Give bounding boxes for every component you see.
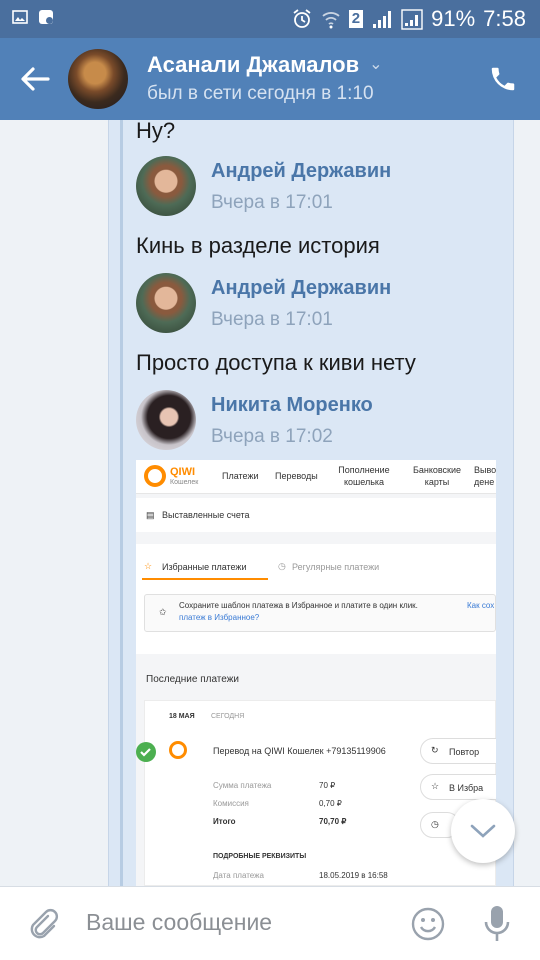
wifi-icon	[322, 12, 340, 29]
star-icon: ✩	[159, 607, 167, 617]
invoice-icon: ▤	[146, 510, 155, 520]
row-label: Дата платежа	[213, 871, 264, 880]
back-arrow-icon[interactable]	[18, 62, 52, 96]
qiwi-nav-item: Платежи	[222, 471, 259, 481]
message-input[interactable]: Ваше сообщение	[86, 909, 272, 936]
qiwi-favorite-button: ☆ В Избра	[420, 774, 496, 800]
row-value: 18.05.2019 в 16:58	[319, 871, 388, 880]
author-name[interactable]: Андрей Державин	[211, 160, 391, 183]
phone-call-icon[interactable]	[488, 64, 518, 94]
message-time: Вчера в 17:02	[211, 426, 333, 447]
qiwi-nav-item: Переводы	[275, 471, 318, 481]
vk-notification-icon	[39, 10, 53, 24]
qiwi-hint-link: Как сох	[467, 601, 495, 610]
qiwi-nav-item: Банковские карты	[412, 465, 462, 487]
row-label: Комиссия	[213, 799, 249, 808]
clock-icon: ◷	[278, 561, 286, 571]
qiwi-invoices-panel: ▤ Выставленные счета	[136, 498, 496, 532]
qiwi-tab-underline	[142, 578, 268, 580]
star-icon: ☆	[144, 561, 153, 571]
qiwi-logo-icon	[144, 465, 166, 487]
qiwi-repeat-label: Повтор	[449, 747, 480, 757]
chevron-down-icon[interactable]: ⌄	[369, 54, 382, 74]
author-name[interactable]: Никита Моренко	[211, 394, 373, 417]
qiwi-hint-box: ✩ Сохраните шаблон платежа в Избранное и…	[144, 594, 496, 632]
repeat-icon: ↻	[431, 745, 439, 755]
qiwi-recent-heading: Последние платежи	[146, 674, 239, 685]
qiwi-payment-title: Перевод на QIWI Кошелек +79135119906	[213, 746, 386, 756]
signal-2-icon	[401, 9, 423, 30]
forward-indicator-bar	[120, 120, 123, 886]
clock: 7:58	[483, 6, 526, 31]
status-bar: 2 91% 7:58	[0, 0, 540, 38]
qiwi-logo-sub: Кошелек	[170, 479, 199, 486]
message-text: Ну?	[136, 120, 176, 143]
qiwi-topbar: QIWI Кошелек Платежи Переводы Пополнение…	[136, 460, 496, 494]
signal-icon	[373, 11, 392, 28]
qiwi-logo-text: QIWI	[170, 466, 196, 478]
last-seen-status: был в сети сегодня в 1:10	[147, 83, 374, 104]
emoji-smile-icon[interactable]	[410, 906, 446, 942]
photo-attachment[interactable]: QIWI Кошелек Платежи Переводы Пополнение…	[136, 460, 496, 886]
chevron-down-icon	[470, 824, 496, 838]
chat-header: Асанали Джамалов ⌄ был в сети сегодня в 1…	[0, 38, 540, 120]
message-text: Кинь в разделе история	[136, 233, 380, 258]
author-avatar[interactable]	[136, 156, 196, 216]
sim-badge: 2	[348, 10, 364, 28]
qiwi-tab-regular: Регулярные платежи	[292, 562, 380, 572]
message-time: Вчера в 17:01	[211, 192, 333, 213]
qiwi-date-rel: СЕГОДНЯ	[211, 713, 245, 720]
qiwi-hint-link: платеж в Избранное?	[179, 613, 260, 622]
success-check-icon	[136, 742, 156, 762]
row-label: Сумма платежа	[213, 781, 272, 790]
clock-icon: ◷	[431, 819, 439, 829]
author-avatar[interactable]	[136, 273, 196, 333]
author-avatar[interactable]	[136, 390, 196, 450]
battery-percent: 91%	[431, 6, 476, 31]
scroll-to-bottom-button[interactable]	[451, 799, 515, 863]
row-value: 70 ₽	[319, 781, 336, 790]
qiwi-nav-item: Пополнение кошелька	[338, 465, 390, 487]
qiwi-details-heading: ПОДРОБНЫЕ РЕКВИЗИТЫ	[213, 853, 307, 860]
qiwi-tab-favorites: Избранные платежи	[162, 562, 247, 572]
qiwi-nav-item: Выво дене	[474, 465, 496, 487]
row-label: Итого	[213, 817, 236, 826]
qiwi-small-logo-icon	[169, 741, 187, 759]
qiwi-date: 18 МАЯ	[169, 713, 195, 720]
message-time: Вчера в 17:01	[211, 309, 333, 330]
contact-avatar[interactable]	[68, 49, 128, 109]
star-icon: ☆	[431, 781, 440, 791]
qiwi-repeat-button: ↻ Повтор	[420, 738, 496, 764]
qiwi-hint-text: Сохраните шаблон платежа в Избранное и п…	[179, 601, 418, 610]
author-name[interactable]: Андрей Державин	[211, 277, 391, 300]
message-composer: Ваше сообщение	[0, 886, 540, 960]
qiwi-favorite-label: В Избра	[449, 783, 484, 793]
gallery-notification-icon	[12, 10, 28, 24]
alarm-icon	[293, 9, 311, 28]
contact-name[interactable]: Асанали Джамалов ⌄	[147, 52, 383, 78]
message-text: Просто доступа к киви нету	[136, 350, 416, 375]
row-value: 0,70 ₽	[319, 799, 342, 808]
row-value: 70,70 ₽	[319, 817, 347, 826]
microphone-icon[interactable]	[482, 904, 512, 944]
attach-paperclip-icon[interactable]	[26, 907, 60, 941]
message-list[interactable]: Ну? Андрей Державин Вчера в 17:01 Кинь в…	[0, 120, 540, 886]
qiwi-invoices-label: Выставленные счета	[162, 510, 250, 520]
